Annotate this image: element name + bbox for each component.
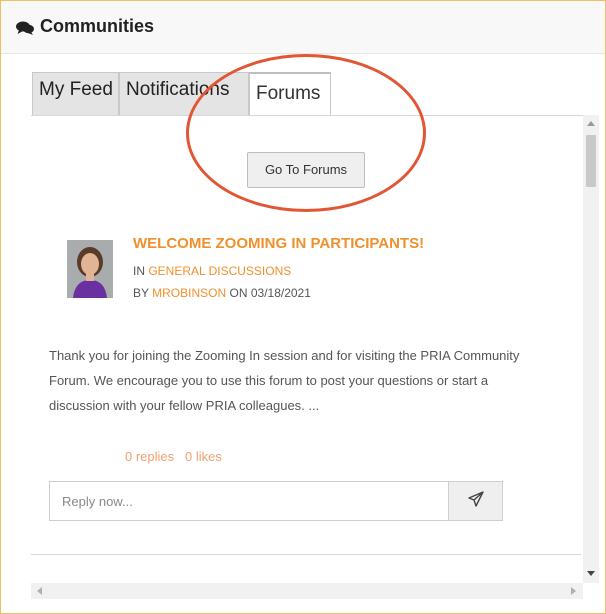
author-link[interactable]: MROBINSON [152,286,226,300]
post-stats: 0 replies 0 likes [125,449,222,464]
in-label: IN [133,264,145,278]
avatar[interactable] [67,240,113,298]
comments-icon [16,21,34,40]
by-label: BY [133,286,149,300]
post-author-line: BY MROBINSON ON 03/18/2021 [133,286,311,300]
scrollbar-thumb[interactable] [586,135,596,187]
replies-count[interactable]: 0 replies [125,449,174,464]
tab-my-feed[interactable]: My Feed [32,72,119,116]
tab-notifications[interactable]: Notifications [119,72,249,116]
send-button[interactable] [448,481,503,521]
send-icon [467,490,484,512]
tab-forums[interactable]: Forums [249,72,331,116]
horizontal-scrollbar[interactable] [31,583,583,599]
forums-tab-content: Go To Forums WELCOME ZOOMING IN PARTICIP… [31,54,599,603]
category-link[interactable]: GENERAL DISCUSSIONS [148,264,291,278]
panel-title: Communities [40,16,155,36]
go-to-forums-button[interactable]: Go To Forums [247,152,365,188]
post-body-line: discussion with your fellow PRIA colleag… [49,398,320,413]
communities-panel: Communities My Feed Notifications Forums… [0,0,606,614]
post-date: 03/18/2021 [250,286,311,300]
on-label: ON [229,286,248,300]
panel-header: Communities [1,1,605,54]
likes-count[interactable]: 0 likes [185,449,222,464]
reply-input[interactable] [49,481,448,521]
scroll-up-arrow-icon[interactable] [587,121,595,126]
scroll-right-arrow-icon[interactable] [571,587,576,595]
vertical-scrollbar[interactable] [583,115,599,583]
post-body: Thank you for joining the Zooming In ses… [49,343,559,418]
post-category-line: IN GENERAL DISCUSSIONS [133,264,291,278]
post-body-line: Thank you for joining the Zooming In ses… [49,348,520,363]
scroll-left-arrow-icon[interactable] [37,587,42,595]
scroll-down-arrow-icon[interactable] [587,571,595,576]
post-body-line: Forum. We encourage you to use this foru… [49,373,489,388]
post-title[interactable]: WELCOME ZOOMING IN PARTICIPANTS! [133,235,424,252]
divider [31,554,581,555]
